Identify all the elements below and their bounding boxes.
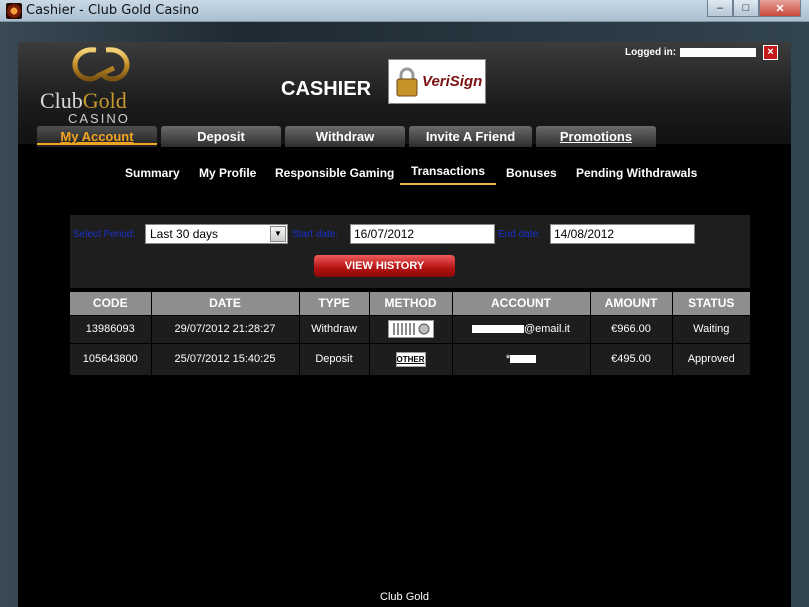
cell-account: * — [452, 342, 591, 375]
col-code: CODE — [70, 292, 152, 315]
table-header-row: CODE DATE TYPE METHOD ACCOUNT AMOUNT STA… — [70, 292, 750, 315]
verisign-badge[interactable]: VeriSign — [388, 59, 486, 104]
subnav-summary[interactable]: Summary — [125, 166, 180, 180]
start-date-label: Start date: — [292, 229, 339, 240]
tab-deposit[interactable]: Deposit — [161, 126, 281, 147]
end-date-label: End date: — [498, 229, 541, 240]
subnav-selected-underline — [400, 183, 496, 185]
period-label: Select Period: — [73, 229, 136, 240]
cell-date: 25/07/2012 15:40:25 — [151, 342, 300, 375]
cell-code: 105643800 — [70, 342, 152, 375]
cell-type: Withdraw — [299, 314, 370, 343]
cell-amount: €966.00 — [590, 314, 673, 343]
bank-transfer-icon — [387, 320, 434, 338]
col-amount: AMOUNT — [590, 292, 673, 315]
logged-in-username — [680, 48, 756, 57]
tab-promotions[interactable]: Promotions — [536, 126, 656, 147]
padlock-icon — [396, 67, 418, 96]
footer-text: Club Gold — [380, 591, 429, 603]
window-titlebar: Cashier - Club Gold Casino – □ ✕ — [0, 0, 809, 22]
app-icon — [6, 3, 22, 19]
subnav-transactions[interactable]: Transactions — [411, 164, 485, 178]
view-history-button[interactable]: VIEW HISTORY — [314, 255, 455, 277]
method-other-icon: OTHER — [395, 351, 426, 367]
logo-casino-text: CASINO — [68, 111, 130, 126]
window-controls: – □ ✕ — [707, 0, 801, 17]
cell-status: Approved — [672, 342, 750, 375]
subnav-responsible-gaming[interactable]: Responsible Gaming — [275, 166, 394, 180]
end-date-input[interactable]: 14/08/2012 — [550, 224, 695, 244]
dropdown-arrow-icon[interactable]: ▼ — [270, 226, 286, 242]
start-date-input[interactable]: 16/07/2012 — [350, 224, 495, 244]
logged-in-label: Logged in: — [625, 47, 677, 58]
window-title: Cashier - Club Gold Casino — [26, 3, 199, 18]
cell-code: 13986093 — [70, 314, 152, 343]
col-status: STATUS — [672, 292, 750, 315]
cell-amount: €495.00 — [590, 342, 673, 375]
period-select[interactable]: Last 30 days ▼ — [145, 224, 288, 244]
table-row[interactable]: 105643800 25/07/2012 15:40:25 Deposit OT… — [70, 342, 750, 375]
subnav-pending-withdrawals[interactable]: Pending Withdrawals — [576, 166, 697, 180]
transactions-table: CODE DATE TYPE METHOD ACCOUNT AMOUNT STA… — [70, 292, 750, 375]
col-account: ACCOUNT — [452, 292, 591, 315]
maximize-button[interactable]: □ — [733, 0, 759, 17]
subnav-bonuses[interactable]: Bonuses — [506, 166, 557, 180]
masked-account — [471, 325, 524, 334]
minimize-button[interactable]: – — [707, 0, 733, 17]
club-gold-logo: ClubGold CASINO — [36, 46, 166, 126]
cell-method: OTHER — [369, 342, 453, 375]
cell-method — [369, 314, 453, 343]
verisign-text: VeriSign — [422, 73, 483, 90]
cashier-app: ClubGold CASINO CASHIER VeriSign Logged … — [18, 42, 791, 607]
window-close-button[interactable]: ✕ — [759, 0, 801, 17]
masked-account — [510, 355, 537, 364]
page-title: CASHIER — [281, 78, 372, 100]
tab-withdraw[interactable]: Withdraw — [285, 126, 405, 147]
account-subnav: Summary My Profile Responsible Gaming Tr… — [18, 164, 791, 186]
subnav-my-profile[interactable]: My Profile — [199, 166, 256, 180]
cell-account: @email.it — [452, 314, 591, 343]
cell-status: Waiting — [672, 314, 750, 343]
cell-type: Deposit — [299, 342, 370, 375]
cashier-close-button[interactable]: × — [763, 45, 778, 60]
col-method: METHOD — [369, 292, 453, 315]
active-tab-underline — [37, 143, 157, 145]
cell-date: 29/07/2012 21:28:27 — [151, 314, 300, 343]
table-row[interactable]: 13986093 29/07/2012 21:28:27 Withdraw @e… — [70, 314, 750, 343]
cg-logo-mark-icon — [72, 47, 130, 82]
period-select-value: Last 30 days — [150, 227, 219, 241]
filter-panel: Select Period: Last 30 days ▼ Start date… — [70, 215, 750, 288]
tab-invite-a-friend[interactable]: Invite A Friend — [409, 126, 532, 147]
col-type: TYPE — [299, 292, 370, 315]
header: ClubGold CASINO CASHIER VeriSign Logged … — [18, 42, 791, 147]
col-date: DATE — [151, 292, 300, 315]
